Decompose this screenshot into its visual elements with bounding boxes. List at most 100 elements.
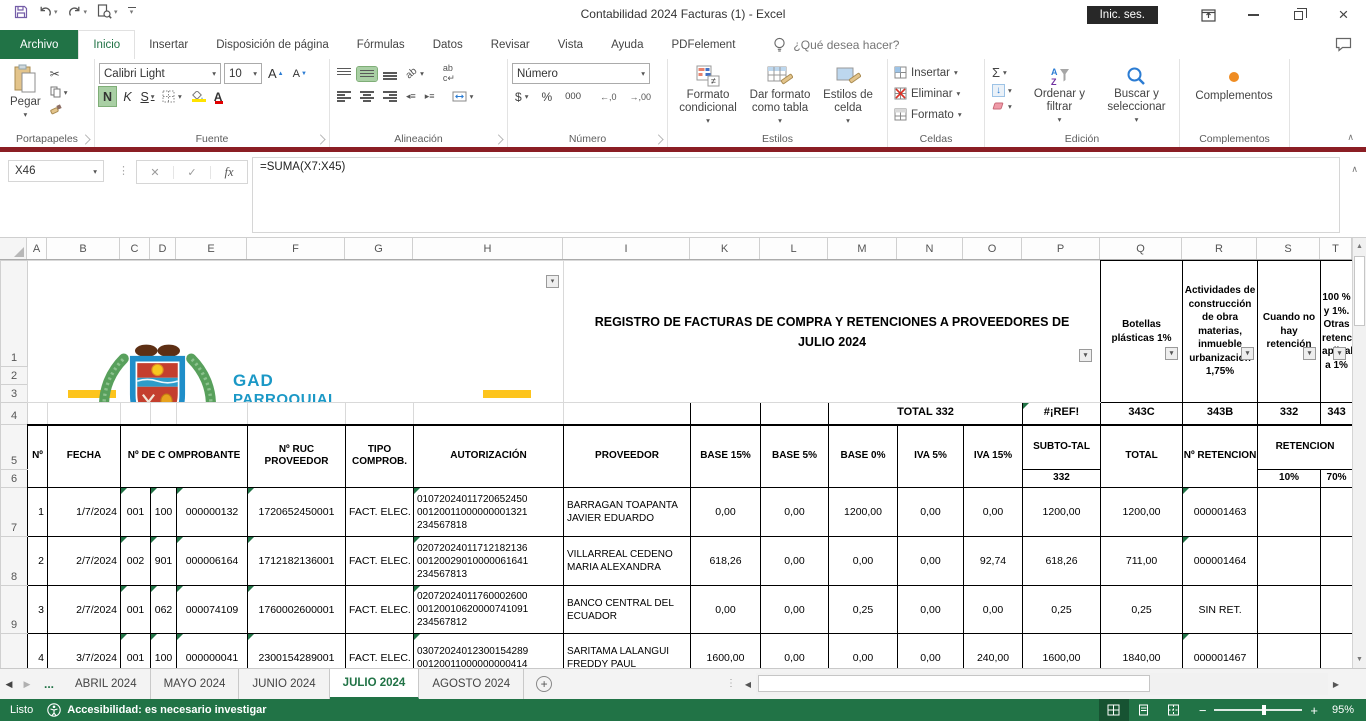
- column-header[interactable]: P: [1022, 238, 1100, 259]
- align-center-button[interactable]: [357, 90, 377, 103]
- tell-me-search[interactable]: ¿Qué desea hacer?: [773, 30, 899, 59]
- tax-header-r-cell[interactable]: Actividades de construcción de obra mate…: [1183, 261, 1258, 403]
- cell[interactable]: 002: [121, 537, 151, 586]
- column-header[interactable]: D: [150, 238, 176, 259]
- cell[interactable]: 000000041: [177, 634, 248, 669]
- decrease-indent-button[interactable]: ◂≡: [403, 90, 419, 103]
- cell[interactable]: 0,00: [964, 586, 1023, 634]
- tax-header-q-cell[interactable]: Botellas plásticas 1%: [1101, 261, 1183, 403]
- column-header[interactable]: T: [1320, 238, 1352, 259]
- cell[interactable]: 1600,00: [1023, 634, 1101, 669]
- restore-button[interactable]: [1276, 0, 1321, 30]
- row-header[interactable]: 10: [1, 634, 28, 669]
- cell[interactable]: 92,74: [964, 537, 1023, 586]
- number-format-combo[interactable]: Número▾: [512, 63, 650, 84]
- page-break-view-button[interactable]: [1159, 699, 1189, 721]
- header-subtotal-code[interactable]: 332: [1023, 470, 1101, 488]
- format-as-table-button[interactable]: Dar formato como tabla ▾: [744, 62, 816, 131]
- select-all-corner[interactable]: [0, 238, 27, 259]
- tab-pdfelement[interactable]: PDFelement: [657, 30, 749, 59]
- cell[interactable]: [1258, 634, 1321, 669]
- cell[interactable]: [28, 403, 48, 425]
- row-header[interactable]: 9: [1, 586, 28, 634]
- code-332-cell[interactable]: 332: [1258, 403, 1321, 425]
- cell[interactable]: [691, 403, 761, 425]
- cell[interactable]: 000006164: [177, 537, 248, 586]
- sheet-nav-right-icon[interactable]: ▶: [18, 669, 36, 699]
- italic-button[interactable]: K: [119, 87, 136, 106]
- cell[interactable]: [248, 403, 346, 425]
- row-header[interactable]: 2: [1, 367, 28, 385]
- zoom-percentage[interactable]: 95%: [1328, 704, 1366, 716]
- sheet-tab-junio[interactable]: JUNIO 2024: [239, 669, 329, 699]
- zoom-out-icon[interactable]: −: [1199, 703, 1207, 718]
- header-num[interactable]: Nº: [28, 425, 48, 488]
- cut-button[interactable]: ✂: [47, 66, 71, 82]
- tab-archivo[interactable]: Archivo: [0, 30, 78, 59]
- scroll-down-icon[interactable]: ▼: [1353, 651, 1366, 668]
- header-retencion[interactable]: RETENCION: [1258, 425, 1352, 470]
- normal-view-button[interactable]: [1099, 699, 1129, 721]
- clear-button[interactable]: [989, 100, 1021, 112]
- confirm-entry-icon[interactable]: ✓: [173, 166, 211, 179]
- cell[interactable]: [761, 403, 829, 425]
- cell[interactable]: 000001463: [1183, 488, 1258, 537]
- cell[interactable]: FACT. ELEC.: [346, 634, 414, 669]
- decrease-decimal-button[interactable]: →,00: [627, 91, 655, 103]
- cell[interactable]: 2/7/2024: [48, 537, 121, 586]
- cell[interactable]: 2/7/2024: [48, 586, 121, 634]
- filter-dropdown-icon[interactable]: [1165, 347, 1178, 360]
- cell[interactable]: 000000132: [177, 488, 248, 537]
- insert-cells-button[interactable]: Insertar▾: [892, 62, 980, 83]
- ref-error-cell[interactable]: #¡REF!: [1023, 403, 1101, 425]
- cell[interactable]: BARRAGAN TOAPANTA JAVIER EDUARDO: [564, 488, 691, 537]
- cell[interactable]: VILLARREAL CEDENO MARIA ALEXANDRA: [564, 537, 691, 586]
- zoom-in-icon[interactable]: +: [1310, 703, 1318, 718]
- format-painter-button[interactable]: [47, 102, 71, 116]
- cell[interactable]: [151, 403, 177, 425]
- tab-datos[interactable]: Datos: [419, 30, 477, 59]
- cell[interactable]: 711,00: [1101, 537, 1183, 586]
- column-header[interactable]: R: [1182, 238, 1257, 259]
- addins-button[interactable]: Complementos: [1184, 62, 1284, 103]
- tab-disposicion[interactable]: Disposición de página: [202, 30, 343, 59]
- cell[interactable]: 0,00: [761, 586, 829, 634]
- bold-button[interactable]: N: [99, 87, 116, 106]
- cell[interactable]: FACT. ELEC.: [346, 586, 414, 634]
- cell[interactable]: 3/7/2024: [48, 634, 121, 669]
- cell[interactable]: 1/7/2024: [48, 488, 121, 537]
- header-iva5[interactable]: IVA 5%: [898, 425, 964, 488]
- code-343b-cell[interactable]: 343B: [1183, 403, 1258, 425]
- ribbon-display-options-button[interactable]: [1186, 0, 1231, 30]
- cell[interactable]: 000001464: [1183, 537, 1258, 586]
- column-header[interactable]: C: [120, 238, 150, 259]
- sheet-nav-left-icon[interactable]: ◀: [0, 669, 18, 699]
- cell[interactable]: [414, 403, 564, 425]
- cell[interactable]: 03072024012300154289 0012001100000000041…: [414, 634, 564, 669]
- zoom-slider[interactable]: [1214, 709, 1302, 711]
- name-box-splitter[interactable]: ⋮: [118, 164, 129, 177]
- scroll-left-icon[interactable]: ◀: [740, 673, 756, 695]
- row-header[interactable]: 6: [1, 470, 28, 488]
- comma-style-button[interactable]: 000: [562, 90, 584, 103]
- column-header[interactable]: N: [897, 238, 963, 259]
- tax-header-t-cell[interactable]: 100 % y 1%. Otras retenciones aplicables…: [1321, 261, 1352, 403]
- autosum-button[interactable]: Σ: [989, 64, 1021, 81]
- cell[interactable]: 02072024011712182136 0012002901000006164…: [414, 537, 564, 586]
- column-header[interactable]: Q: [1100, 238, 1182, 259]
- cell[interactable]: SARITAMA LALANGUI FREDDY PAUL: [564, 634, 691, 669]
- header-ruc[interactable]: Nº RUC PROVEEDOR: [248, 425, 346, 488]
- fill-button[interactable]: ↓: [989, 83, 1021, 98]
- borders-button[interactable]: [159, 89, 185, 104]
- name-box-caret-icon[interactable]: ▾: [93, 167, 97, 176]
- filter-dropdown-icon[interactable]: [546, 275, 559, 288]
- cell[interactable]: 3: [28, 586, 48, 634]
- header-base5[interactable]: BASE 5%: [761, 425, 829, 488]
- row-header[interactable]: 5: [1, 425, 28, 470]
- cell[interactable]: [1258, 488, 1321, 537]
- scroll-right-icon[interactable]: ▶: [1328, 673, 1344, 695]
- header-iva15[interactable]: IVA 15%: [964, 425, 1023, 488]
- cell[interactable]: 0,00: [761, 537, 829, 586]
- header-fecha[interactable]: FECHA: [48, 425, 121, 488]
- column-header[interactable]: G: [345, 238, 413, 259]
